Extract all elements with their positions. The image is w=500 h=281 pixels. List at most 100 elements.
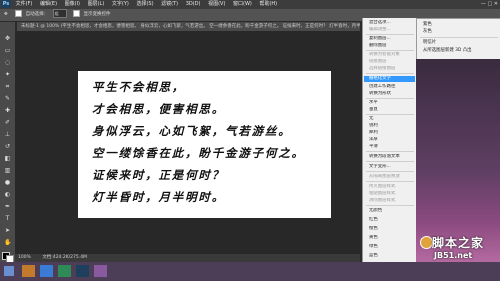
ctx-item-aa-crisp[interactable]: 犀利 (369, 130, 415, 136)
start-button-icon[interactable] (4, 266, 14, 276)
ctx-item-blending-options[interactable]: 混合选项... (369, 20, 415, 26)
submenu-item-gray[interactable]: 灰色 (423, 29, 499, 35)
context-menu: 混合选项... 编辑调整... 复制图层... 删除图层 转换为智能对象 链接图… (362, 18, 416, 281)
menu-select[interactable]: 选择(S) (136, 1, 153, 7)
history-brush-icon[interactable]: ↺ (4, 144, 11, 150)
menu-divider (366, 205, 414, 206)
ctx-item-color-blue[interactable]: 蓝色 (369, 253, 415, 259)
brush-tool-icon[interactable]: ✐ (4, 120, 11, 126)
healing-brush-icon[interactable]: ✚ (4, 108, 11, 114)
menu-3d[interactable]: 3D(D) (186, 1, 201, 7)
menu-layer[interactable]: 图层(L) (88, 1, 105, 7)
ctx-item-vertical[interactable]: 垂直 (369, 107, 415, 113)
menu-divider (366, 98, 414, 99)
ctx-item-aa-smooth[interactable]: 平滑 (369, 144, 415, 150)
poem-line: 才会相思，便害相思。 (92, 102, 225, 116)
auto-select-dropdown[interactable]: 组 (52, 9, 67, 18)
menu-divider (366, 181, 414, 182)
zoom-level[interactable]: 100% (18, 255, 31, 260)
crop-tool-icon[interactable]: ⌗ (4, 84, 11, 90)
ctx-item-rasterize-type[interactable]: 栅格化文字 (364, 76, 415, 82)
ctx-item-release-isolation[interactable]: 从隔离图层释放 (369, 174, 415, 180)
menu-window[interactable]: 窗口(W) (233, 1, 252, 7)
menu-divider (366, 34, 414, 35)
ctx-item-convert-paragraph[interactable]: 转换为段落文本 (369, 154, 415, 160)
ctx-item-aa-sharp[interactable]: 锐利 (369, 123, 415, 129)
document-tab[interactable]: 未标题-1 @ 100% (平生不会相思，才会相思，便害相思。 身似浮云，心如飞… (17, 22, 360, 31)
ctx-item-edit-adjust[interactable]: 编辑调整... (369, 27, 415, 33)
ctx-item-select-linked[interactable]: 选择链接图层 (369, 66, 415, 72)
poem-line: 灯半昏时，月半明时。 (92, 190, 225, 204)
ctx-item-color-green[interactable]: 绿色 (369, 244, 415, 250)
window-controls[interactable]: — □ ✕ (478, 1, 498, 8)
status-bar: 100% 文档:424.2K/275.4M (15, 254, 360, 262)
pen-tool-icon[interactable]: ✒ (4, 204, 11, 210)
browser-icon[interactable] (40, 265, 53, 277)
ctx-item-create-work-path[interactable]: 创建工作路径 (369, 84, 415, 90)
menu-edit[interactable]: 编辑(E) (40, 1, 57, 7)
eyedropper-icon[interactable]: ✎ (4, 96, 11, 102)
ctx-item-color-none[interactable]: 无颜色 (369, 208, 415, 214)
ctx-item-link-layers[interactable]: 链接图层 (369, 59, 415, 65)
dodge-tool-icon[interactable]: ◐ (4, 192, 11, 198)
show-transform-label: 显示变换控件 (83, 12, 111, 17)
ctx-item-color-red[interactable]: 红色 (369, 217, 415, 223)
eraser-tool-icon[interactable]: ◧ (4, 156, 11, 162)
menu-file[interactable]: 文件(F) (16, 1, 33, 7)
document-canvas[interactable]: 平生不会相思， 才会相思，便害相思。 身似浮云，心如飞絮，气若游丝。 空一缕馀香… (78, 71, 331, 218)
document-tab-bar: 未标题-1 @ 100% (平生不会相思，才会相思，便害相思。 身似浮云，心如飞… (17, 22, 360, 31)
explorer-icon[interactable] (22, 265, 35, 277)
poem-line: 身似浮云，心如飞絮，气若游丝。 (92, 124, 292, 138)
magic-wand-icon[interactable]: ✦ (4, 72, 11, 78)
marquee-tool-icon[interactable]: ▭ (4, 48, 11, 54)
menu-filter[interactable]: 滤镜(T) (161, 1, 178, 7)
ctx-item-color-orange[interactable]: 橙色 (369, 226, 415, 232)
menu-help[interactable]: 帮助(H) (259, 1, 277, 7)
submenu-item-new-3d-extrusion[interactable]: 从所选图层新建 3D 凸出 (423, 48, 499, 54)
ctx-item-color-yellow[interactable]: 黄色 (369, 235, 415, 241)
menu-type[interactable]: 文字(Y) (112, 1, 129, 7)
ctx-item-copy-style[interactable]: 拷贝图层样式 (369, 184, 415, 190)
submenu: 紫色 灰色 明信片 从所选图层新建 3D 凸出 (416, 18, 500, 60)
blur-tool-icon[interactable]: ● (4, 180, 11, 186)
gradient-tool-icon[interactable]: ▥ (4, 168, 11, 174)
ctx-item-aa-strong[interactable]: 浑厚 (369, 137, 415, 143)
move-tool-icon[interactable]: ✥ (4, 36, 11, 42)
auto-select-checkbox[interactable] (15, 10, 23, 17)
menu-bar: Ps 文件(F) 编辑(E) 图像(I) 图层(L) 文字(Y) 选择(S) 滤… (0, 0, 500, 9)
type-tool-icon[interactable]: T (4, 216, 11, 222)
submenu-item-violet[interactable]: 紫色 (423, 22, 499, 28)
photoshop-icon: Ps (1, 0, 11, 8)
ctx-item-convert-smart[interactable]: 转换为智能对象 (369, 52, 415, 58)
app-icon[interactable] (58, 265, 71, 277)
poem-text: 平生不会相思， 才会相思，便害相思。 身似浮云，心如飞絮，气若游丝。 空一缕馀香… (92, 76, 305, 208)
watermark-url: JB51.net (434, 251, 473, 260)
photoshop-taskbar-icon[interactable] (76, 265, 89, 277)
menu-divider (366, 161, 414, 162)
submenu-item-postcard[interactable]: 明信片 (423, 40, 499, 46)
ctx-item-convert-shape[interactable]: 转换为形状 (369, 91, 415, 97)
menu-image[interactable]: 图像(I) (65, 1, 80, 7)
menu-divider (366, 50, 414, 51)
menu-divider (366, 114, 414, 115)
path-select-icon[interactable]: ➤ (4, 228, 11, 234)
ctx-item-clear-style[interactable]: 清除图层样式 (369, 198, 415, 204)
ctx-item-aa-none[interactable]: 无 (369, 116, 415, 122)
ctx-item-warp-text[interactable]: 文字变形... (369, 164, 415, 170)
ctx-item-paste-style[interactable]: 粘贴图层样式 (369, 191, 415, 197)
menu-divider (366, 171, 414, 172)
stamp-tool-icon[interactable]: ⊥ (4, 132, 11, 138)
menu-view[interactable]: 视图(V) (208, 1, 225, 7)
toolbox: ✥ ▭ ◌ ✦ ⌗ ✎ ✚ ✐ ⊥ ↺ ◧ ▥ ● ◐ ✒ T ➤ ✋ (0, 22, 15, 263)
app-icon[interactable] (94, 265, 107, 277)
ctx-item-horizontal[interactable]: 水平 (369, 100, 415, 106)
lasso-tool-icon[interactable]: ◌ (4, 60, 11, 66)
hand-tool-icon[interactable]: ✋ (4, 240, 11, 246)
move-tool-icon: ✥ (4, 12, 8, 17)
poem-line: 证候来时，正是何时？ (92, 168, 225, 182)
ctx-item-delete-layer[interactable]: 删除图层 (369, 43, 415, 49)
show-transform-checkbox[interactable] (73, 10, 81, 17)
poem-line: 空一缕馀香在此，盼千金游子何之。 (92, 146, 305, 160)
ctx-item-duplicate-layer[interactable]: 复制图层... (369, 36, 415, 42)
auto-select-label: 自动选择： (25, 12, 49, 17)
